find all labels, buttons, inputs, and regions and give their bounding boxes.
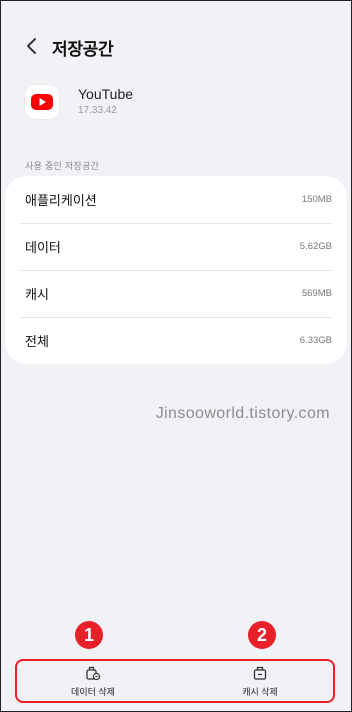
youtube-icon [25,85,59,119]
storage-row-cache: 캐시 569MB [20,270,332,318]
clear-data-label: 데이터 삭제 [71,687,115,697]
storage-card: 애플리케이션 150MB 데이터 5.62GB 캐시 569MB 전체 6.33… [5,176,347,364]
back-button[interactable] [19,33,45,59]
row-label: 캐시 [25,287,49,302]
app-bar: 저장공간 [1,27,351,67]
section-label: 사용 중인 저장공간 [25,161,100,171]
app-name: YouTube [78,86,134,102]
clear-cache-label: 캐시 삭제 [242,687,278,697]
watermark: Jinsooworld.tistory.com [155,405,330,422]
clear-data-button[interactable]: 데이터 삭제 [43,665,143,701]
annotation-badge-1: 1 [75,621,103,649]
clear-data-icon [86,666,101,681]
chevron-left-icon [27,38,36,54]
page-title: 저장공간 [52,40,114,59]
row-label: 데이터 [25,240,61,255]
storage-screen: 저장공간 YouTube 17.33.42 사용 중인 저장공간 애플리케이션 … [0,0,352,712]
storage-row-total: 전체 6.33GB [20,317,332,364]
clear-cache-button[interactable]: 캐시 삭제 [210,665,310,701]
clear-cache-icon [253,666,267,680]
storage-row-application: 애플리케이션 150MB [20,176,332,224]
row-label: 애플리케이션 [25,193,97,208]
bottom-action-bar: 데이터 삭제 캐시 삭제 [1,651,351,711]
app-version: 17.33.42 [78,105,117,116]
row-label: 전체 [25,334,49,349]
row-value: 5.62GB [299,241,332,252]
storage-row-data: 데이터 5.62GB [20,223,332,271]
row-value: 569MB [301,288,332,299]
annotation-badge-2: 2 [248,621,276,649]
row-value: 150MB [301,194,332,205]
row-value: 6.33GB [299,335,332,346]
